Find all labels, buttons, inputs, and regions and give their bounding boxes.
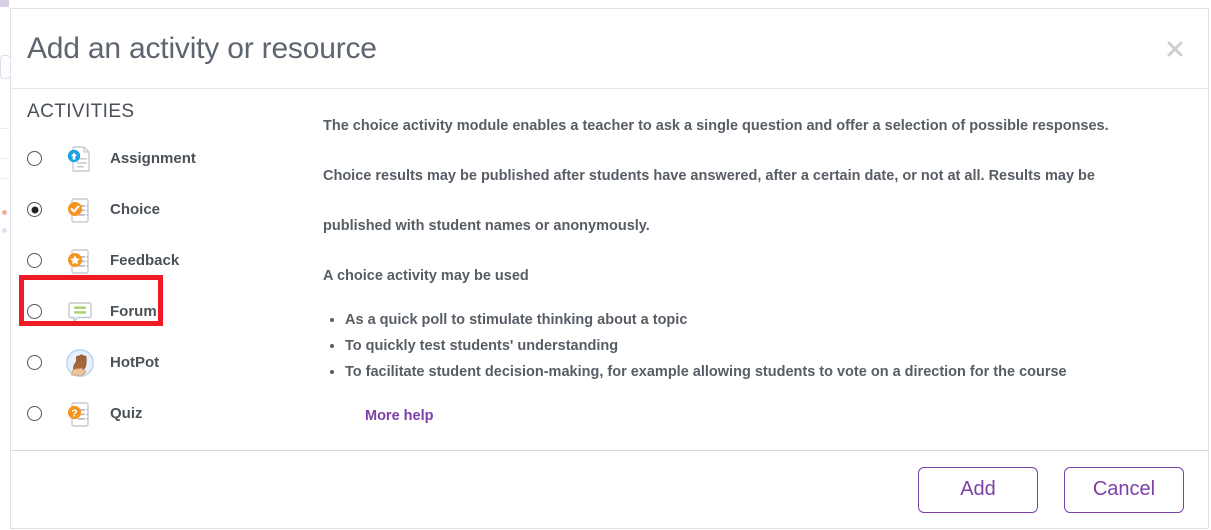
background-bar [0,0,9,7]
activities-section-title: ACTIVITIES [27,101,135,122]
background-page-sliver [0,0,11,530]
activity-label: Choice [110,201,161,218]
add-button[interactable]: Add [918,466,1038,513]
activity-label: Assignment [110,150,196,167]
choice-doc-check-icon [68,197,89,223]
description-bullet-list: As a quick poll to stimulate thinking ab… [323,307,1158,385]
background-dot [2,228,7,233]
list-item: To quickly test students' understanding [345,333,1158,359]
background-divider [0,158,9,159]
modal-body: ACTIVITIES Assignment Choice Feedback Fo… [11,89,1208,450]
feedback-doc-star-icon [68,248,89,274]
activity-option-hotpot[interactable]: HotPot [11,337,317,388]
activity-description-panel: The choice activity module enables a tea… [317,89,1208,450]
description-paragraph: Choice results may be published after st… [323,168,1095,234]
radio-choice[interactable] [27,202,42,217]
activity-label: Quiz [110,405,143,422]
activities-sidebar: ACTIVITIES Assignment Choice Feedback Fo… [11,89,317,450]
activity-label: Forum [110,303,157,320]
radio-quiz[interactable] [27,406,42,421]
modal-header: Add an activity or resource [11,9,1208,89]
radio-assignment[interactable] [27,151,42,166]
description-paragraph: The choice activity module enables a tea… [323,118,1109,134]
description-paragraph: A choice activity may be used [323,268,529,284]
activity-option-quiz[interactable]: ? Quiz [11,388,317,439]
more-help-row: More help [323,407,1158,425]
close-icon-glyph [1167,41,1183,56]
radio-feedback[interactable] [27,253,42,268]
activity-option-assignment[interactable]: Assignment [11,133,317,184]
close-icon[interactable] [1162,36,1188,62]
add-activity-modal: Add an activity or resource ACTIVITIES A… [10,8,1209,529]
radio-forum[interactable] [27,304,42,319]
quiz-doc-question-icon: ? [67,401,89,427]
activity-option-feedback[interactable]: Feedback [11,235,317,286]
page-title: Add an activity or resource [27,31,377,65]
more-help-link[interactable]: More help [365,408,433,424]
hotpot-hand-icon [66,348,94,377]
background-dot [2,210,7,215]
list-item: As a quick poll to stimulate thinking ab… [345,307,1158,333]
activity-option-choice[interactable]: Choice [11,184,317,235]
modal-footer: Add Cancel [11,450,1208,528]
assignment-doc-upload-icon [67,145,90,172]
radio-hotpot[interactable] [27,355,42,370]
activity-option-forum[interactable]: Forum [11,286,317,337]
cancel-button[interactable]: Cancel [1064,466,1184,513]
background-divider [0,128,9,129]
svg-text:?: ? [71,407,77,419]
list-item: To facilitate student decision-making, f… [345,359,1158,385]
activity-label: Feedback [110,252,180,269]
activities-list: Assignment Choice Feedback Forum HotPot … [11,133,317,439]
background-divider [0,178,9,179]
forum-speech-bubble-icon [68,301,92,322]
activity-label: HotPot [110,354,160,371]
